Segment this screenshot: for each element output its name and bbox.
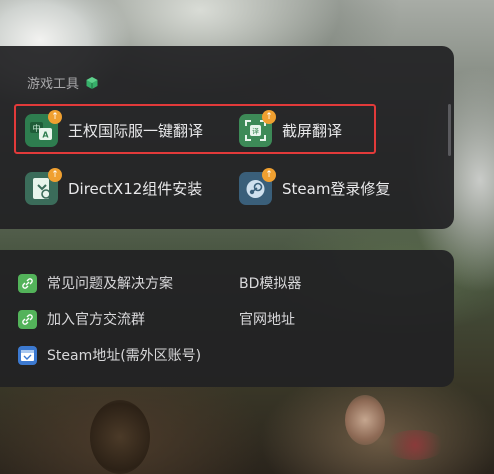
svg-text:A: A bbox=[42, 131, 49, 140]
section-title: 游戏工具 bbox=[27, 77, 80, 92]
background-figure bbox=[385, 430, 445, 460]
tool-label: DirectX12组件安装 bbox=[68, 180, 203, 198]
upgrade-badge-icon: ↑ bbox=[48, 168, 62, 182]
upgrade-badge-icon: ↑ bbox=[48, 110, 62, 124]
link-label: BD模拟器 bbox=[239, 276, 302, 292]
steam-window-icon bbox=[18, 345, 37, 365]
svg-text:译: 译 bbox=[252, 128, 259, 136]
scrollbar[interactable] bbox=[448, 104, 451, 156]
steam-repair-icon: ↑ bbox=[239, 168, 276, 205]
background-figure bbox=[345, 395, 385, 445]
link-icon bbox=[18, 273, 37, 293]
tool-one-click-translate[interactable]: 中 A ↑ 王权国际服一键翻译 bbox=[25, 110, 204, 147]
link-label: 常见问题及解决方案 bbox=[47, 276, 173, 292]
tool-steam-login-repair[interactable]: ↑ Steam登录修复 bbox=[239, 168, 391, 205]
link-label: 官网地址 bbox=[239, 312, 295, 328]
link-icon bbox=[18, 309, 37, 329]
tool-directx12-install[interactable]: ↑ DirectX12组件安装 bbox=[25, 168, 203, 205]
link-bd-emulator[interactable]: BD模拟器 bbox=[239, 273, 301, 293]
translate-icon: 中 A ↑ bbox=[25, 110, 62, 147]
directx-install-icon: ↑ bbox=[25, 168, 62, 205]
upgrade-badge-icon: ↑ bbox=[262, 110, 276, 124]
tool-label: Steam登录修复 bbox=[282, 180, 391, 198]
cube-icon bbox=[86, 76, 98, 89]
game-tools-header: 游戏工具 bbox=[27, 73, 99, 92]
link-label: Steam地址(需外区账号) bbox=[47, 348, 202, 364]
screenshot-translate-icon: 译 ↑ bbox=[239, 110, 276, 147]
tool-screenshot-translate[interactable]: 译 ↑ 截屏翻译 bbox=[239, 110, 343, 147]
background-figure bbox=[90, 400, 150, 474]
tool-label: 截屏翻译 bbox=[282, 122, 343, 140]
link-steam-address[interactable]: Steam地址(需外区账号) bbox=[18, 345, 201, 365]
link-join-group[interactable]: 加入官方交流群 bbox=[18, 309, 145, 329]
upgrade-badge-icon: ↑ bbox=[262, 168, 276, 182]
tool-label: 王权国际服一键翻译 bbox=[68, 122, 204, 140]
link-faq[interactable]: 常见问题及解决方案 bbox=[18, 273, 173, 293]
link-official-site[interactable]: 官网地址 bbox=[239, 309, 295, 329]
link-label: 加入官方交流群 bbox=[47, 312, 145, 328]
